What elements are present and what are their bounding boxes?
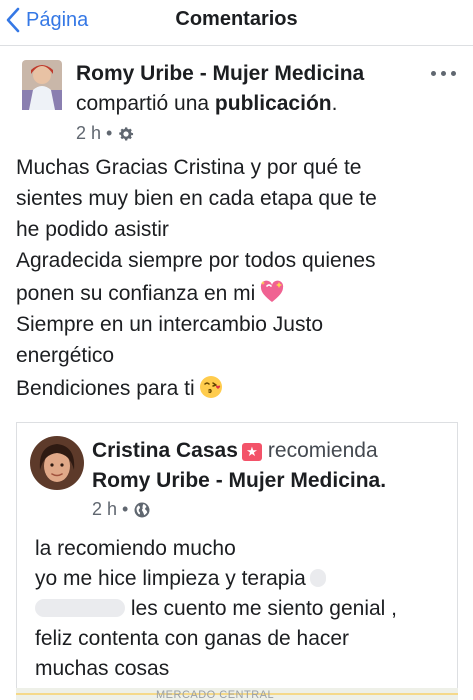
- post-line: Agradecida siempre por todos quienes: [16, 249, 376, 272]
- back-label: Página: [26, 8, 89, 31]
- shared-recommendation-card[interactable]: Cristina Casas ★ recomienda Romy Uribe - M…: [16, 422, 458, 700]
- globe-icon: [134, 502, 150, 517]
- recommend-badge-icon: ★: [241, 443, 262, 461]
- top-navigation-bar: Página Comentarios: [0, 0, 473, 46]
- post-line: sientes muy bien en cada etapa que te: [16, 187, 377, 210]
- map-label: MERCADO CENTRAL: [156, 689, 275, 700]
- sparkling-heart-icon: [261, 280, 284, 302]
- recommendation-line: Cristina Casas ★ recomienda: [92, 439, 378, 463]
- avatar-photo: [30, 436, 84, 490]
- more-options-button[interactable]: [431, 68, 457, 80]
- more-dot-icon: [431, 71, 436, 76]
- recommended-page-link[interactable]: Romy Uribe - Mujer Medicina.: [92, 469, 386, 493]
- post-line: Muchas Gracias Cristina y por qué te: [16, 156, 362, 179]
- meta-separator: •: [106, 123, 113, 143]
- author-avatar[interactable]: [22, 60, 62, 110]
- avatar-photo: [22, 60, 62, 110]
- recommender-name[interactable]: Cristina Casas: [92, 439, 238, 462]
- post-line-with-emoji: ponen su confianza en mi: [16, 278, 456, 309]
- recommender-avatar[interactable]: [30, 436, 84, 490]
- chevron-left-icon: [6, 7, 20, 33]
- shared-timestamp[interactable]: 2 h: [92, 499, 117, 520]
- redacted-text: [35, 599, 125, 617]
- more-dot-icon: [451, 71, 456, 76]
- post-body: Muchas Gracias Cristina y por qué te sie…: [16, 152, 456, 404]
- post-action: compartió una publicación.: [76, 92, 337, 116]
- recommendation-line: yo me hice limpieza y terapia: [35, 567, 306, 590]
- recommend-verb: recomienda: [267, 439, 378, 462]
- post-line: Siempre en un intercambio Justo: [16, 313, 323, 336]
- recommendation-line: muchas cosas: [35, 657, 170, 680]
- map-preview[interactable]: MERCADO CENTRAL: [16, 688, 458, 700]
- recommendation-text: la recomiendo mucho yo me hice limpieza …: [35, 534, 445, 684]
- more-dot-icon: [441, 71, 446, 76]
- post-author[interactable]: Romy Uribe - Mujer Medicina: [76, 62, 364, 86]
- post-header: Romy Uribe - Mujer Medicina compartió un…: [22, 60, 473, 150]
- post-timestamp[interactable]: 2 h: [76, 123, 101, 144]
- post-line: energético: [16, 344, 115, 367]
- post-line-with-emoji: Bendiciones para ti: [16, 373, 456, 404]
- recommendation-line: feliz contenta con ganas de hacer: [35, 627, 350, 650]
- back-button[interactable]: Página: [6, 6, 88, 34]
- recommendation-line-wrap: yo me hice limpieza y terapia: [35, 564, 445, 594]
- shared-publication-link[interactable]: publicación: [215, 92, 332, 115]
- action-prefix: compartió una: [76, 92, 215, 115]
- meta-separator: •: [122, 499, 129, 519]
- recommendation-line: la recomiendo mucho: [35, 537, 236, 560]
- post-line: he podido asistir: [16, 218, 169, 241]
- face-blowing-kiss-icon: [199, 376, 222, 398]
- action-suffix: .: [331, 92, 338, 115]
- post-line: ponen su confianza en mi: [16, 282, 256, 305]
- redacted-text: [309, 569, 326, 587]
- recommendation-line-wrap: les cuento me siento genial ,: [35, 594, 445, 624]
- shared-meta: 2 h •: [92, 499, 151, 520]
- recommendation-line: les cuento me siento genial ,: [130, 597, 398, 620]
- post-meta: 2 h •: [76, 123, 135, 144]
- post-line: Bendiciones para ti: [16, 377, 195, 400]
- gear-icon: [119, 126, 134, 140]
